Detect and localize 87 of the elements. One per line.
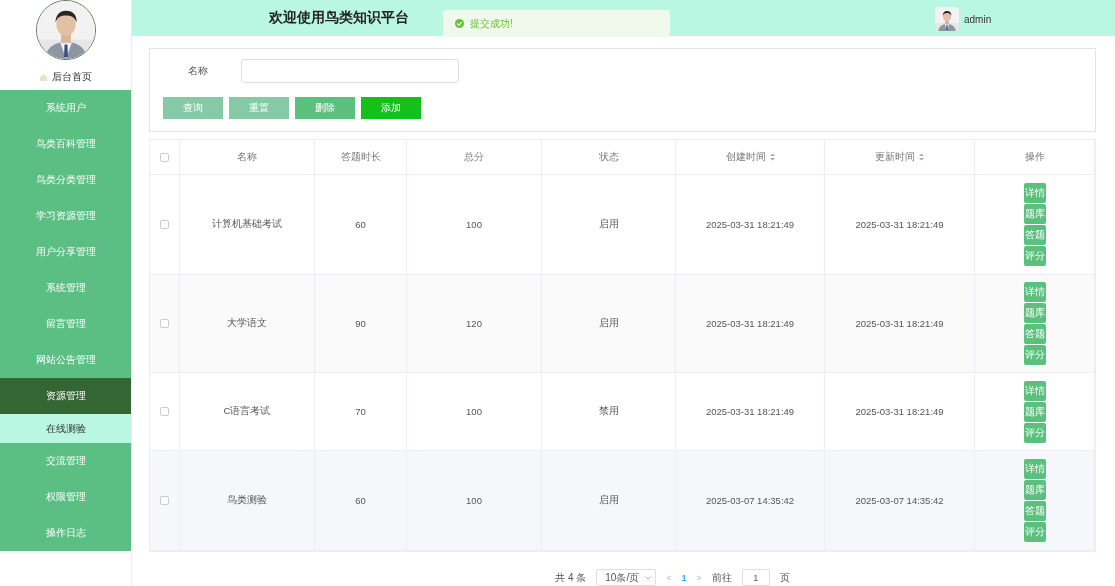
table-cell: 100 — [466, 495, 482, 506]
table-cell: 90 — [355, 318, 366, 329]
table-cell: C语言考试 — [223, 405, 271, 418]
row-action-button[interactable]: 评分 — [1023, 422, 1046, 443]
submenu-item[interactable]: 在线测验 — [0, 414, 131, 443]
prev-page-button[interactable]: < — [666, 572, 672, 583]
table-cell: 70 — [355, 406, 366, 417]
row-action-button[interactable]: 详情 — [1023, 459, 1046, 479]
table-cell: 启用 — [598, 218, 619, 231]
menu-item[interactable]: 操作日志 — [0, 515, 131, 551]
table-cell: 2025-03-07 14:35:42 — [855, 495, 944, 506]
action-button[interactable]: 添加 — [361, 97, 421, 119]
table-cell: 60 — [355, 495, 366, 506]
table-cell: 2025-03-07 14:35:42 — [705, 495, 795, 506]
row-action-button[interactable]: 详情 — [1023, 380, 1046, 401]
field-label: 名称 — [187, 64, 209, 78]
table-cell: 2025-03-31 18:21:49 — [855, 406, 944, 417]
page-number[interactable]: 1 — [681, 572, 687, 583]
table-cell: 大学语文 — [227, 317, 267, 330]
table-cell: 2025-03-31 18:21:49 — [705, 318, 795, 329]
row-action-button[interactable]: 评分 — [1023, 246, 1046, 266]
table-cell: 2025-03-31 18:21:49 — [705, 219, 795, 230]
total-count: 共 4 条 — [555, 570, 587, 585]
column-header[interactable]: 更新时间 — [875, 150, 915, 164]
chevron-down-icon — [645, 575, 652, 580]
page-title: 欢迎使用鸟类知识平台 — [269, 9, 409, 27]
column-header: 答题时长 — [340, 150, 381, 164]
row-action-button[interactable]: 详情 — [1023, 282, 1046, 302]
next-page-button[interactable]: > — [696, 572, 702, 583]
menu-item[interactable]: 用户分享管理 — [0, 234, 131, 270]
table-cell: 禁用 — [598, 405, 619, 418]
page-size-select[interactable]: 10条/页 — [596, 569, 657, 586]
name-input[interactable] — [241, 59, 459, 83]
menu-item[interactable]: 鸟类分类管理 — [0, 162, 131, 198]
table-cell: 启用 — [598, 494, 619, 507]
column-header: 操作 — [1024, 150, 1045, 164]
row-action-button[interactable]: 评分 — [1023, 345, 1046, 365]
column-header: 名称 — [237, 150, 257, 164]
checkbox[interactable] — [160, 220, 169, 229]
row-action-button[interactable]: 答题 — [1023, 225, 1046, 245]
home-link[interactable]: 后台首页 — [52, 70, 92, 84]
column-header: 总分 — [464, 150, 484, 164]
goto-label: 前往 — [711, 570, 732, 585]
row-action-button[interactable]: 答题 — [1023, 324, 1046, 344]
sort-icon[interactable] — [919, 153, 924, 161]
menu-item[interactable]: 网站公告管理 — [0, 342, 131, 378]
checkbox[interactable] — [160, 152, 169, 162]
column-header[interactable]: 创建时间 — [725, 150, 766, 164]
menu-item[interactable]: 学习资源管理 — [0, 198, 131, 234]
row-action-button[interactable]: 评分 — [1023, 522, 1046, 542]
row-action-button[interactable]: 题库 — [1023, 480, 1046, 500]
row-action-button[interactable]: 答题 — [1023, 501, 1046, 521]
action-button[interactable]: 删除 — [295, 97, 355, 119]
table-cell: 计算机基础考试 — [212, 218, 282, 231]
action-button[interactable]: 查询 — [163, 97, 223, 119]
table-cell: 启用 — [598, 317, 619, 330]
goto-page-input[interactable]: 1 — [741, 569, 770, 586]
row-action-button[interactable]: 题库 — [1023, 204, 1046, 224]
table-cell: 120 — [466, 318, 482, 329]
checkbox[interactable] — [160, 496, 169, 505]
checkbox[interactable] — [160, 407, 169, 416]
checkbox[interactable] — [160, 319, 169, 328]
page-suffix: 页 — [779, 570, 790, 585]
table-cell: 2025-03-31 18:21:49 — [855, 219, 944, 230]
home-icon — [39, 72, 48, 82]
menu-item[interactable]: 权限管理 — [0, 479, 131, 515]
row-action-button[interactable]: 题库 — [1023, 401, 1046, 422]
table-cell: 2025-03-31 18:21:49 — [705, 406, 795, 417]
row-action-button[interactable]: 题库 — [1023, 303, 1046, 323]
menu-item[interactable]: 系统管理 — [0, 270, 131, 306]
menu-item[interactable]: 鸟类百科管理 — [0, 126, 131, 162]
check-circle-icon — [455, 19, 464, 28]
row-action-button[interactable]: 详情 — [1023, 183, 1046, 203]
user-name[interactable]: admin — [964, 13, 992, 25]
menu-item[interactable]: 交流管理 — [0, 443, 131, 479]
menu-item[interactable]: 系统用户 — [0, 90, 131, 126]
column-header: 状态 — [598, 150, 619, 164]
menu-item[interactable]: 资源管理 — [0, 378, 131, 414]
table-cell: 60 — [355, 219, 366, 230]
action-button[interactable]: 重置 — [229, 97, 289, 119]
table-cell: 100 — [466, 406, 482, 417]
table-cell: 2025-03-31 18:21:49 — [855, 318, 944, 329]
sort-icon[interactable] — [769, 153, 775, 161]
table-cell: 鸟类测验 — [227, 494, 267, 507]
menu-item[interactable]: 留言管理 — [0, 306, 131, 342]
toast-message: 提交成功! — [470, 16, 513, 31]
table-cell: 100 — [466, 219, 482, 230]
